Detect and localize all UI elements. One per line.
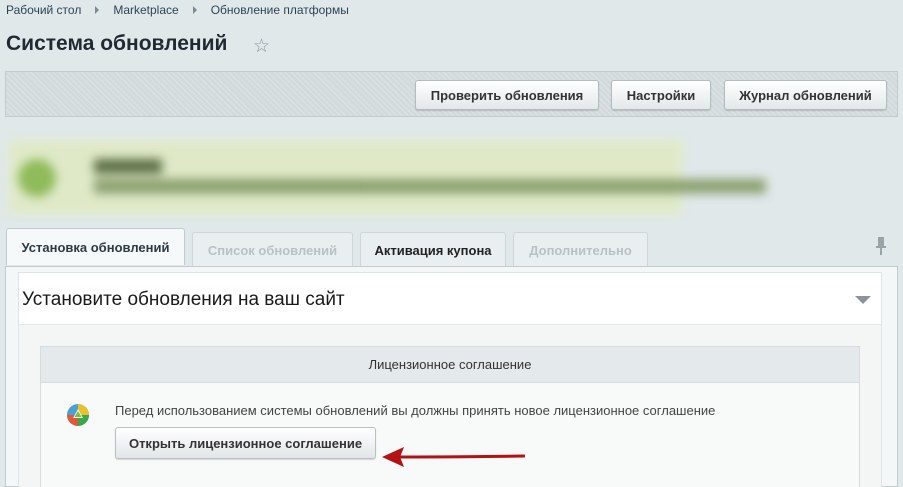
star-icon[interactable]: ☆ xyxy=(253,35,270,58)
tab-additional: Дополнительно xyxy=(513,232,648,267)
pin-icon[interactable] xyxy=(874,236,888,256)
notice-background xyxy=(8,139,683,215)
red-arrow-annotation xyxy=(382,447,525,467)
breadcrumb: Рабочий стол Marketplace Обновление плат… xyxy=(6,3,349,17)
check-updates-button[interactable]: Проверить обновления xyxy=(415,80,599,110)
breadcrumb-separator-icon xyxy=(192,6,197,14)
blurred-notice: ████████ ███████████████████████████████… xyxy=(8,139,766,217)
breadcrumb-desktop[interactable]: Рабочий стол xyxy=(6,3,81,17)
tab-coupon-activation[interactable]: Активация купона xyxy=(360,232,506,267)
page-title: Система обновлений xyxy=(6,32,228,55)
update-globe-icon xyxy=(67,404,89,426)
collapse-triangle-icon[interactable] xyxy=(855,296,871,304)
notice-text-redacted: ████████████████████████████████████████… xyxy=(94,179,766,193)
breadcrumb-marketplace[interactable]: Marketplace xyxy=(113,3,178,17)
check-circle-icon xyxy=(18,159,56,197)
updates-log-button[interactable]: Журнал обновлений xyxy=(724,80,887,110)
breadcrumb-platform-update[interactable]: Обновление платформы xyxy=(211,3,349,17)
breadcrumb-separator-icon xyxy=(95,6,100,14)
toolbar: Проверить обновления Настройки Журнал об… xyxy=(5,71,898,117)
tab-updates-list: Список обновлений xyxy=(192,232,353,267)
open-license-button[interactable]: Открыть лицензионное соглашение xyxy=(115,427,376,459)
notice-title-redacted: ████████ xyxy=(94,159,163,173)
tab-install-updates[interactable]: Установка обновлений xyxy=(6,228,185,265)
license-text: Перед использованием системы обновлений … xyxy=(115,403,716,418)
section-title: Установите обновления на ваш сайт xyxy=(22,289,345,310)
settings-button[interactable]: Настройки xyxy=(611,80,711,110)
license-header: Лицензионное соглашение xyxy=(41,347,859,383)
